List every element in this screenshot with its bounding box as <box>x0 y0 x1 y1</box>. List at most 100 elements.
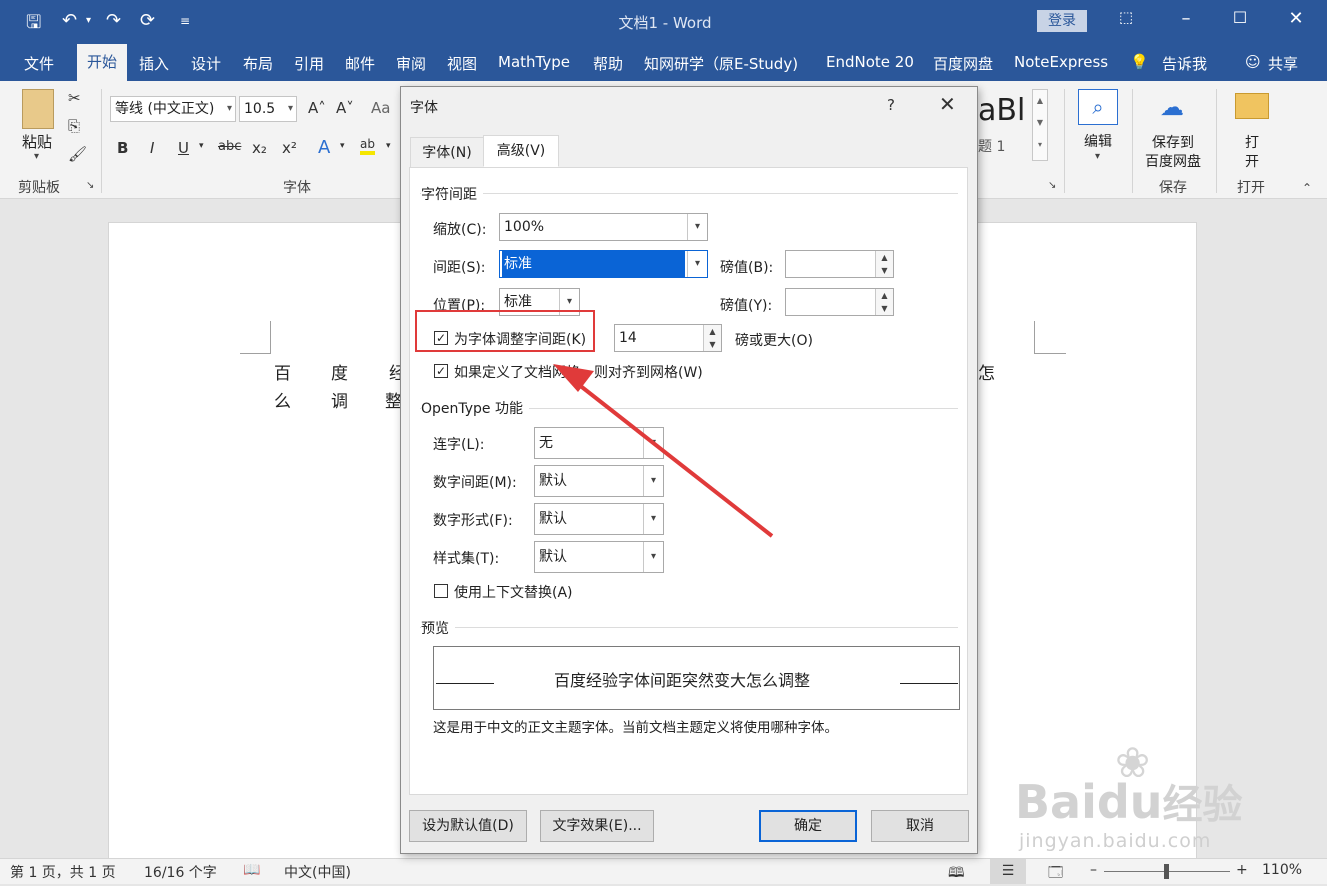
language-indicator[interactable]: 中文(中国) <box>284 862 351 882</box>
undo-dropdown-icon[interactable]: ▾ <box>86 15 91 26</box>
snap-to-grid-checkbox[interactable]: ✓ <box>434 364 448 378</box>
highlight-dropdown-icon[interactable]: ▾ <box>386 141 391 151</box>
styles-scroll[interactable]: ▲ ▼ ▾ <box>1032 89 1048 161</box>
save-to-cloud-line2[interactable]: 百度网盘 <box>1145 151 1201 171</box>
zoom-slider-thumb[interactable] <box>1164 864 1169 879</box>
spacing-by-spinner[interactable]: ▲ ▼ <box>785 250 894 278</box>
zoom-in-icon[interactable]: + <box>1236 862 1248 878</box>
tab-layout[interactable]: 布局 <box>243 53 273 74</box>
underline-dropdown-icon[interactable]: ▾ <box>199 141 204 151</box>
proofing-icon[interactable]: 📖 <box>243 862 260 878</box>
spinner-arrows[interactable]: ▲ ▼ <box>875 289 893 315</box>
number-spacing-combo[interactable]: 默认 ▾ <box>534 465 664 497</box>
tab-review[interactable]: 审阅 <box>396 53 426 74</box>
cut-icon[interactable]: ✂ <box>68 89 81 107</box>
save-icon[interactable]: 🖫 <box>26 10 41 40</box>
tab-file[interactable]: 文件 <box>24 53 54 74</box>
zoom-out-icon[interactable]: – <box>1090 862 1097 878</box>
style-name[interactable]: 题 1 <box>978 136 1005 156</box>
redo-icon[interactable]: ↷ <box>106 10 121 31</box>
snap-to-grid-label[interactable]: 如果定义了文档网格，则对齐到网格(W) <box>454 362 703 382</box>
spacing-combo[interactable]: 标准 ▾ <box>499 250 708 278</box>
subscript-icon[interactable]: x₂ <box>252 139 267 157</box>
word-count[interactable]: 16/16 个字 <box>144 862 217 882</box>
open-line1[interactable]: 打 <box>1245 132 1259 152</box>
tab-endnote[interactable]: EndNote 20 <box>826 53 914 71</box>
search-icon[interactable]: ⌕ <box>1078 89 1118 125</box>
text-effects-button[interactable]: 文字效果(E)... <box>540 810 654 842</box>
format-painter-icon[interactable]: 🖌 <box>68 145 87 163</box>
web-layout-icon[interactable]: 🗔 <box>1048 862 1063 886</box>
read-mode-icon[interactable]: 🕮 <box>948 862 965 886</box>
edit-dropdown-icon[interactable]: ▾ <box>1095 151 1100 162</box>
paste-icon[interactable] <box>22 89 54 129</box>
open-line2[interactable]: 开 <box>1245 151 1259 171</box>
tab-references[interactable]: 引用 <box>294 53 324 74</box>
tab-home[interactable]: 开始 <box>77 44 127 81</box>
highlight-icon[interactable]: ab <box>360 137 375 155</box>
tab-noteexpress[interactable]: NoteExpress <box>1014 53 1108 71</box>
tab-mailings[interactable]: 邮件 <box>345 53 375 74</box>
superscript-icon[interactable]: x² <box>282 139 297 157</box>
strikethrough-icon[interactable]: abc <box>218 139 241 154</box>
zoom-level[interactable]: 110% <box>1262 862 1302 878</box>
tell-me-search[interactable]: 告诉我 <box>1162 53 1207 74</box>
kerning-spinner[interactable]: 14 ▲ ▼ <box>614 324 722 352</box>
ribbon-display-icon[interactable]: ⬚ <box>1114 8 1138 26</box>
contextual-alternates-checkbox[interactable] <box>434 584 448 598</box>
ok-button[interactable]: 确定 <box>759 810 857 842</box>
maximize-icon[interactable]: ☐ <box>1228 8 1252 27</box>
tab-help[interactable]: 帮助 <box>593 53 623 74</box>
underline-icon[interactable]: U <box>178 139 189 157</box>
collapse-ribbon-icon[interactable]: ⌃ <box>1302 181 1312 195</box>
text-effects-dropdown-icon[interactable]: ▾ <box>340 141 345 151</box>
grow-font-icon[interactable]: A˄ <box>308 99 326 117</box>
style-preview[interactable]: aBl <box>978 93 1025 128</box>
print-layout-icon[interactable]: ☰ <box>990 859 1026 884</box>
font-size-combo[interactable]: 10.5 ▾ <box>239 96 297 122</box>
font-name-combo[interactable]: 等线 (中文正文) ▾ <box>110 96 236 122</box>
login-button[interactable]: 登录 <box>1037 10 1087 32</box>
tab-cnki[interactable]: 知网研学（原E-Study) <box>644 53 798 74</box>
contextual-alternates-label[interactable]: 使用上下文替换(A) <box>454 582 573 602</box>
style-set-combo[interactable]: 默认 ▾ <box>534 541 664 573</box>
spinner-arrows[interactable]: ▲ ▼ <box>703 325 721 351</box>
tab-baidu-netdisk[interactable]: 百度网盘 <box>933 53 993 74</box>
undo-icon[interactable]: ↶ <box>62 10 77 31</box>
number-form-combo[interactable]: 默认 ▾ <box>534 503 664 535</box>
scale-combo[interactable]: 100% ▾ <box>499 213 708 241</box>
customize-qat-icon[interactable]: ≡ <box>180 14 190 28</box>
repeat-icon[interactable]: ⟳ <box>140 10 155 31</box>
baidu-netdisk-icon[interactable]: ☁ <box>1160 93 1184 121</box>
page-info[interactable]: 第 1 页，共 1 页 <box>10 862 116 882</box>
ligature-combo[interactable]: 无 ▾ <box>534 427 664 459</box>
paste-button[interactable]: 粘贴 <box>22 131 52 152</box>
tab-insert[interactable]: 插入 <box>139 53 169 74</box>
italic-icon[interactable]: I <box>150 139 154 157</box>
change-case-icon[interactable]: Aa <box>371 99 390 117</box>
text-effects-icon[interactable]: A <box>318 137 330 158</box>
tab-design[interactable]: 设计 <box>191 53 221 74</box>
position-by-spinner[interactable]: ▲ ▼ <box>785 288 894 316</box>
spinner-arrows[interactable]: ▲ ▼ <box>875 251 893 277</box>
close-window-icon[interactable]: ✕ <box>1284 8 1308 29</box>
paste-dropdown-icon[interactable]: ▾ <box>34 151 39 162</box>
bold-icon[interactable]: B <box>117 139 128 157</box>
clipboard-launcher-icon[interactable]: ↘ <box>86 180 94 191</box>
cancel-button[interactable]: 取消 <box>871 810 969 842</box>
tab-mathtype[interactable]: MathType <box>498 53 570 71</box>
minimize-icon[interactable]: – <box>1174 8 1198 29</box>
share-button[interactable]: 共享 <box>1268 53 1298 74</box>
tab-font[interactable]: 字体(N) <box>410 137 484 167</box>
save-to-cloud-line1[interactable]: 保存到 <box>1152 132 1194 152</box>
edit-button[interactable]: 编辑 <box>1084 131 1112 151</box>
close-icon[interactable]: ✕ <box>939 92 956 116</box>
copy-icon[interactable]: ⎘ <box>68 117 80 135</box>
tab-advanced[interactable]: 高级(V) <box>483 135 559 167</box>
set-default-button[interactable]: 设为默认值(D) <box>409 810 527 842</box>
help-button[interactable]: ? <box>887 96 895 114</box>
shrink-font-icon[interactable]: A˅ <box>336 99 354 117</box>
open-folder-icon[interactable] <box>1235 93 1269 119</box>
styles-launcher-icon[interactable]: ↘ <box>1048 180 1056 191</box>
tab-view[interactable]: 视图 <box>447 53 477 74</box>
